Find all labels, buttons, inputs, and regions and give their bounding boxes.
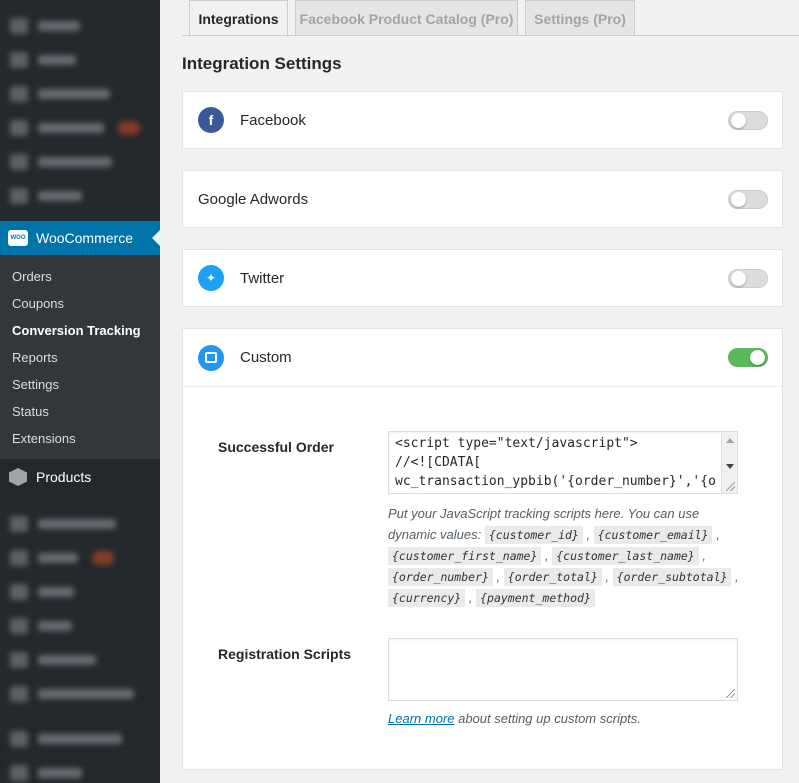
learn-more-help: Learn more about setting up custom scrip… — [388, 708, 748, 729]
dynamic-value: {customer_id} — [484, 526, 583, 544]
dynamic-value: {customer_first_name} — [388, 547, 542, 565]
blurred-menu-item[interactable] — [10, 584, 74, 600]
submenu-status[interactable]: Status — [0, 398, 160, 425]
blurred-menu-item[interactable] — [10, 765, 82, 781]
blurred-menu-item[interactable] — [10, 120, 140, 136]
blurred-menu-item[interactable] — [10, 52, 76, 68]
menu-products-label: Products — [36, 469, 92, 485]
integration-card-google-adwords: Google Adwords — [182, 170, 783, 228]
resize-handle[interactable] — [726, 689, 735, 698]
learn-more-suffix: about setting up custom scripts. — [454, 711, 641, 726]
registration-scripts-label: Registration Scripts — [218, 646, 352, 662]
custom-toggle[interactable] — [728, 348, 768, 367]
products-cube-icon — [9, 468, 27, 486]
resize-handle[interactable] — [726, 482, 735, 491]
dynamic-value: {order_subtotal} — [612, 568, 732, 586]
integration-card-custom: Custom Successful Order <script type="te… — [182, 328, 783, 770]
successful-order-label: Successful Order — [218, 439, 334, 455]
code-line: <script type="text/javascript"> — [395, 436, 638, 451]
integration-title: Custom — [240, 349, 292, 366]
current-menu-arrow — [152, 230, 160, 246]
blurred-menu-item[interactable] — [10, 86, 110, 102]
blurred-menu-item[interactable] — [10, 154, 112, 170]
tab-settings-pro[interactable]: Settings (Pro) — [525, 0, 635, 36]
dynamic-values-help: Put your JavaScript tracking scripts her… — [388, 506, 739, 607]
facebook-icon: f — [198, 107, 224, 133]
code-line: wc_transaction_ypbib('{order_number}','{… — [395, 474, 716, 489]
tab-divider — [182, 35, 799, 36]
submenu-reports[interactable]: Reports — [0, 344, 160, 371]
twitter-toggle[interactable] — [728, 269, 768, 288]
submenu-orders[interactable]: Orders — [0, 263, 160, 290]
twitter-icon: ✦ — [198, 265, 224, 291]
dynamic-value: {payment_method} — [476, 589, 595, 607]
registration-scripts-textarea[interactable] — [388, 638, 738, 701]
successful-order-textarea[interactable]: <script type="text/javascript"> //<![CDA… — [388, 431, 738, 494]
blurred-menu-item[interactable] — [10, 18, 80, 34]
integration-card-twitter: ✦ Twitter — [182, 249, 783, 307]
menu-woocommerce-label: WooCommerce — [36, 230, 133, 246]
dynamic-value: {customer_last_name} — [552, 547, 699, 565]
integration-title: Twitter — [240, 269, 285, 287]
tab-facebook-product-catalog[interactable]: Facebook Product Catalog (Pro) — [295, 0, 518, 36]
blurred-menu-item[interactable] — [10, 731, 122, 747]
submenu-settings[interactable]: Settings — [0, 371, 160, 398]
submenu-coupons[interactable]: Coupons — [0, 290, 160, 317]
integration-title: Google Adwords — [198, 190, 309, 208]
dynamic-value: {order_total} — [503, 568, 602, 586]
integration-title: Facebook — [240, 111, 306, 129]
learn-more-link[interactable]: Learn more — [388, 711, 454, 726]
dynamic-value: {currency} — [388, 589, 466, 607]
blurred-menu-item[interactable] — [10, 686, 134, 702]
menu-products[interactable]: Products — [0, 462, 160, 492]
tab-integrations[interactable]: Integrations — [189, 0, 288, 37]
dynamic-value: {customer_email} — [593, 526, 713, 544]
submenu-extensions[interactable]: Extensions — [0, 425, 160, 452]
dynamic-value: {order_number} — [388, 568, 493, 586]
menu-woocommerce[interactable]: WOO WooCommerce — [0, 221, 160, 255]
custom-code-icon — [198, 344, 224, 371]
code-line: //<![CDATA[ — [395, 455, 482, 470]
blurred-menu-item[interactable] — [10, 188, 82, 204]
submenu-conversion-tracking[interactable]: Conversion Tracking — [0, 317, 160, 344]
blurred-menu-item[interactable] — [10, 516, 116, 532]
page-title: Integration Settings — [182, 54, 342, 73]
google-adwords-toggle[interactable] — [728, 190, 768, 209]
woocommerce-submenu: Orders Coupons Conversion Tracking Repor… — [0, 255, 160, 459]
blurred-menu-item[interactable] — [10, 618, 72, 634]
blurred-menu-item[interactable] — [10, 550, 114, 566]
integration-card-facebook: f Facebook — [182, 91, 783, 149]
woocommerce-icon: WOO — [8, 230, 28, 246]
blurred-menu-item[interactable] — [10, 652, 96, 668]
admin-sidebar: WOO WooCommerce Orders Coupons Conversio… — [0, 0, 160, 783]
facebook-toggle[interactable] — [728, 111, 768, 130]
